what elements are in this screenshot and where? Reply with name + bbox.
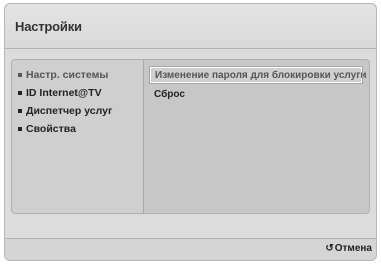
options-pane: Изменение пароля для блокировки услуги С…	[144, 60, 369, 213]
header-bar: Настройки	[5, 4, 376, 49]
cancel-label: Отмена	[334, 243, 372, 254]
bullet-icon	[18, 127, 22, 131]
menu-item-system-settings[interactable]: Настр. системы	[18, 66, 112, 84]
menu-list: Настр. системы ID Internet@TV Диспетчер …	[18, 66, 112, 138]
menu-item-label: Настр. системы	[26, 69, 109, 81]
settings-window: Настройки Настр. системы ID Internet@TV …	[4, 3, 377, 261]
tv-settings-screen: Настройки Настр. системы ID Internet@TV …	[0, 0, 381, 264]
footer-bar: ↺ Отмена	[5, 238, 376, 260]
page-title: Настройки	[15, 19, 82, 34]
bullet-icon	[18, 73, 22, 77]
bullet-icon	[18, 91, 22, 95]
return-icon: ↺	[325, 242, 334, 254]
menu-item-label: ID Internet@TV	[26, 87, 102, 99]
menu-item-service-manager[interactable]: Диспетчер услуг	[18, 102, 112, 120]
change-lock-password-option[interactable]: Изменение пароля для блокировки услуги	[149, 66, 367, 84]
cancel-button[interactable]: ↺ Отмена	[325, 243, 372, 254]
menu-item-internet-tv-id[interactable]: ID Internet@TV	[18, 84, 112, 102]
menu-item-properties[interactable]: Свойства	[18, 120, 112, 138]
menu-item-label: Свойства	[26, 123, 76, 135]
settings-panel: Настр. системы ID Internet@TV Диспетчер …	[11, 59, 370, 214]
reset-option[interactable]: Сброс	[150, 87, 189, 103]
menu-item-label: Диспетчер услуг	[26, 105, 113, 117]
bullet-icon	[18, 109, 22, 113]
settings-menu: Настр. системы ID Internet@TV Диспетчер …	[12, 60, 144, 213]
